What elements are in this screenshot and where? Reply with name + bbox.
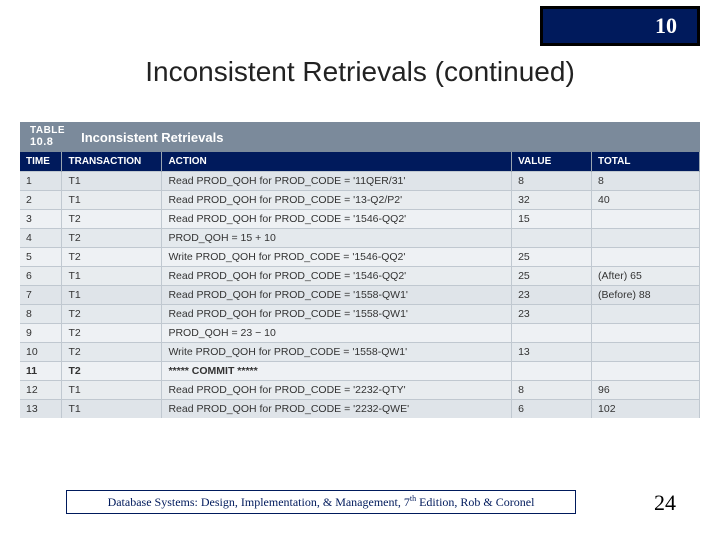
cell-time: 9 [20, 324, 62, 343]
cell-tx: T1 [62, 400, 162, 419]
cell-time: 6 [20, 267, 62, 286]
table-row: 7T1Read PROD_QOH for PROD_CODE = '1558-Q… [20, 286, 700, 305]
cell-tx: T2 [62, 210, 162, 229]
cell-time: 11 [20, 362, 62, 381]
page-number: 24 [654, 490, 676, 516]
cell-action: ***** COMMIT ***** [162, 362, 512, 381]
chapter-badge: 10 [540, 6, 700, 46]
cell-time: 5 [20, 248, 62, 267]
cell-tx: T1 [62, 381, 162, 400]
cell-value [512, 362, 592, 381]
cell-total [592, 324, 700, 343]
cell-total [592, 343, 700, 362]
cell-tx: T1 [62, 172, 162, 191]
table-label: TABLE 10.8 Inconsistent Retrievals [20, 122, 700, 152]
slide-title: Inconsistent Retrievals (continued) [0, 56, 720, 88]
col-action: ACTION [162, 152, 512, 172]
cell-time: 10 [20, 343, 62, 362]
cell-time: 8 [20, 305, 62, 324]
col-total: TOTAL [592, 152, 700, 172]
cell-total [592, 210, 700, 229]
table-row: 3T2Read PROD_QOH for PROD_CODE = '1546-Q… [20, 210, 700, 229]
cell-total [592, 248, 700, 267]
table-row: 6T1Read PROD_QOH for PROD_CODE = '1546-Q… [20, 267, 700, 286]
footer-citation: Database Systems: Design, Implementation… [66, 490, 576, 514]
cell-tx: T2 [62, 343, 162, 362]
table-row: 13T1Read PROD_QOH for PROD_CODE = '2232-… [20, 400, 700, 419]
cell-action: Write PROD_QOH for PROD_CODE = '1558-QW1… [162, 343, 512, 362]
table-row: 2T1Read PROD_QOH for PROD_CODE = '13-Q2/… [20, 191, 700, 210]
cell-value: 23 [512, 305, 592, 324]
chapter-number: 10 [655, 13, 677, 39]
cell-action: Read PROD_QOH for PROD_CODE = '1546-QQ2' [162, 267, 512, 286]
cell-total: 102 [592, 400, 700, 419]
cell-total: (Before) 88 [592, 286, 700, 305]
cell-tx: T2 [62, 248, 162, 267]
cell-value: 8 [512, 381, 592, 400]
cell-action: Write PROD_QOH for PROD_CODE = '1546-QQ2… [162, 248, 512, 267]
cell-tx: T1 [62, 191, 162, 210]
table-row: 10T2Write PROD_QOH for PROD_CODE = '1558… [20, 343, 700, 362]
table-container: TABLE 10.8 Inconsistent Retrievals TIME … [20, 122, 700, 418]
cell-value: 8 [512, 172, 592, 191]
cell-value: 15 [512, 210, 592, 229]
table-row: 4T2PROD_QOH = 15 + 10 [20, 229, 700, 248]
cell-tx: T1 [62, 267, 162, 286]
cell-action: Read PROD_QOH for PROD_CODE = '1546-QQ2' [162, 210, 512, 229]
cell-value: 25 [512, 267, 592, 286]
cell-tx: T2 [62, 324, 162, 343]
col-value: VALUE [512, 152, 592, 172]
cell-total: 40 [592, 191, 700, 210]
col-transaction: TRANSACTION [62, 152, 162, 172]
cell-value [512, 229, 592, 248]
cell-value: 32 [512, 191, 592, 210]
cell-action: Read PROD_QOH for PROD_CODE = '1558-QW1' [162, 286, 512, 305]
cell-action: Read PROD_QOH for PROD_CODE = '2232-QWE' [162, 400, 512, 419]
cell-tx: T2 [62, 305, 162, 324]
cell-tx: T2 [62, 229, 162, 248]
cell-time: 7 [20, 286, 62, 305]
cell-action: Read PROD_QOH for PROD_CODE = '13-Q2/P2' [162, 191, 512, 210]
footer-prefix: Database Systems: Design, Implementation… [108, 495, 410, 509]
col-time: TIME [20, 152, 62, 172]
cell-time: 13 [20, 400, 62, 419]
cell-action: PROD_QOH = 23 − 10 [162, 324, 512, 343]
cell-value: 6 [512, 400, 592, 419]
cell-time: 12 [20, 381, 62, 400]
cell-total [592, 229, 700, 248]
cell-total [592, 362, 700, 381]
table-row: 12T1Read PROD_QOH for PROD_CODE = '2232-… [20, 381, 700, 400]
cell-total: (After) 65 [592, 267, 700, 286]
cell-total: 8 [592, 172, 700, 191]
table-header-row: TIME TRANSACTION ACTION VALUE TOTAL [20, 152, 700, 172]
cell-total: 96 [592, 381, 700, 400]
cell-action: Read PROD_QOH for PROD_CODE = '1558-QW1' [162, 305, 512, 324]
table-row: 9T2PROD_QOH = 23 − 10 [20, 324, 700, 343]
table-tag: TABLE [30, 125, 65, 136]
cell-action: Read PROD_QOH for PROD_CODE = '2232-QTY' [162, 381, 512, 400]
table-number: 10.8 [30, 136, 53, 148]
table-row: 1T1Read PROD_QOH for PROD_CODE = '11QER/… [20, 172, 700, 191]
cell-action: Read PROD_QOH for PROD_CODE = '11QER/31' [162, 172, 512, 191]
cell-tx: T2 [62, 362, 162, 381]
table-row: 11T2***** COMMIT ***** [20, 362, 700, 381]
cell-value [512, 324, 592, 343]
data-table: TIME TRANSACTION ACTION VALUE TOTAL 1T1R… [20, 152, 700, 418]
cell-tx: T1 [62, 286, 162, 305]
cell-time: 2 [20, 191, 62, 210]
cell-value: 13 [512, 343, 592, 362]
cell-time: 1 [20, 172, 62, 191]
table-row: 8T2Read PROD_QOH for PROD_CODE = '1558-Q… [20, 305, 700, 324]
cell-time: 3 [20, 210, 62, 229]
cell-time: 4 [20, 229, 62, 248]
cell-action: PROD_QOH = 15 + 10 [162, 229, 512, 248]
footer-suffix: Edition, Rob & Coronel [416, 495, 534, 509]
cell-value: 23 [512, 286, 592, 305]
table-row: 5T2Write PROD_QOH for PROD_CODE = '1546-… [20, 248, 700, 267]
cell-total [592, 305, 700, 324]
cell-value: 25 [512, 248, 592, 267]
table-caption: Inconsistent Retrievals [81, 130, 223, 145]
